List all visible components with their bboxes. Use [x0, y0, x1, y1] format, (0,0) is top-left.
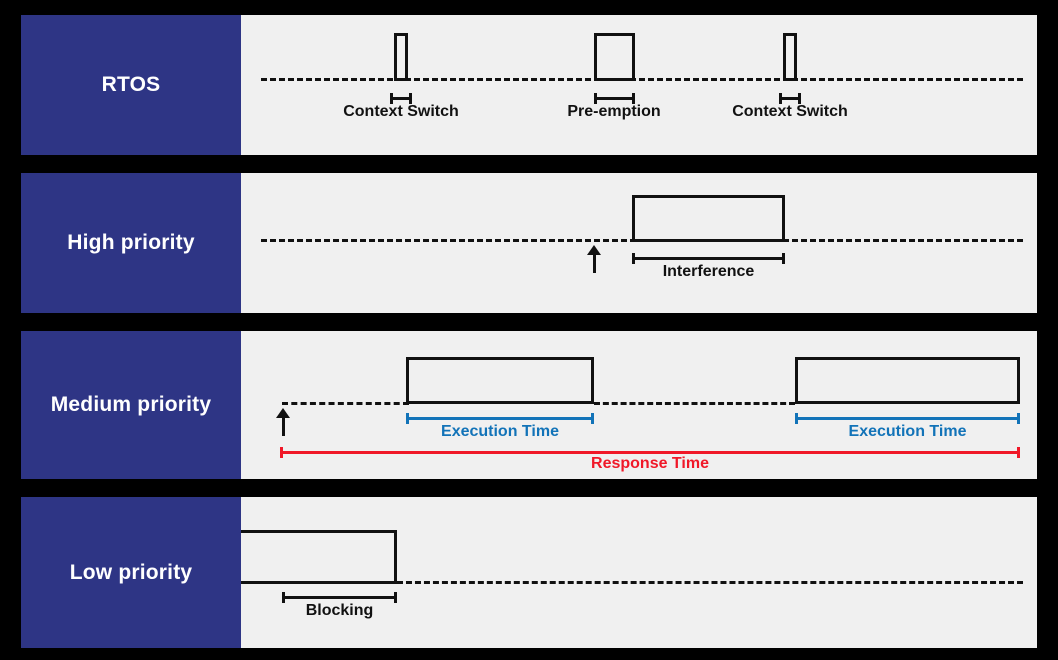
bracket-bar: [280, 451, 1020, 454]
caption-interference: Interference: [662, 263, 755, 280]
caption-context-switch-1: Context Switch: [343, 103, 459, 120]
caption-response-time: Response Time: [591, 455, 709, 472]
caption-pre-emption: Pre-emption: [567, 103, 661, 120]
block-blocking: [241, 530, 397, 584]
row-label-medium-priority: Medium priority: [21, 331, 241, 479]
row-label-text: RTOS: [101, 73, 161, 96]
row-canvas-medium-priority: Execution Time Execution Time Response T…: [241, 331, 1037, 479]
bracket-bar: [594, 97, 635, 100]
row-canvas-rtos: Context Switch Pre-emption Context Switc…: [241, 15, 1037, 155]
pulse-context-switch-2: [783, 33, 797, 81]
row-label-text: Medium priority: [50, 393, 212, 416]
row-label-text: Low priority: [69, 560, 193, 584]
caption-context-switch-2: Context Switch: [732, 103, 848, 120]
baseline-low-priority: [397, 581, 1023, 584]
pulse-context-switch-1: [394, 33, 408, 81]
bracket-bar: [795, 417, 1020, 420]
block-execution-1: [406, 357, 594, 404]
arrow-shaft: [593, 252, 596, 273]
baseline-medium-segment-1: [282, 402, 409, 405]
row-label-low-priority: Low priority: [21, 497, 241, 648]
arrow-release-event-high: [587, 245, 601, 273]
bracket-bar: [632, 257, 785, 260]
row-label-high-priority: High priority: [21, 173, 241, 313]
block-interference: [632, 195, 785, 242]
arrow-shaft: [282, 415, 285, 436]
pulse-pre-emption: [594, 33, 635, 81]
row-low-priority: Low priority Blocking: [21, 497, 1037, 648]
row-label-text: High priority: [67, 231, 195, 254]
arrow-release-event-medium: [276, 408, 290, 436]
bracket-bar: [406, 417, 594, 420]
block-execution-2: [795, 357, 1020, 404]
row-rtos: RTOS Context Switch Pre-emption Context …: [21, 15, 1037, 155]
timing-diagram: RTOS Context Switch Pre-emption Context …: [0, 0, 1058, 660]
row-label-rtos: RTOS: [21, 15, 241, 155]
baseline-medium-segment-2: [594, 402, 795, 405]
caption-execution-time-1: Execution Time: [441, 423, 559, 440]
bracket-bar: [282, 596, 397, 599]
row-high-priority: High priority Interference: [21, 173, 1037, 313]
row-canvas-low-priority: Blocking: [241, 497, 1037, 648]
baseline-rtos: [261, 78, 1023, 81]
caption-execution-time-2: Execution Time: [848, 423, 967, 440]
row-medium-priority: Medium priority Execution Time Execution…: [21, 331, 1037, 479]
row-canvas-high-priority: Interference: [241, 173, 1037, 313]
caption-blocking: Blocking: [305, 602, 374, 619]
